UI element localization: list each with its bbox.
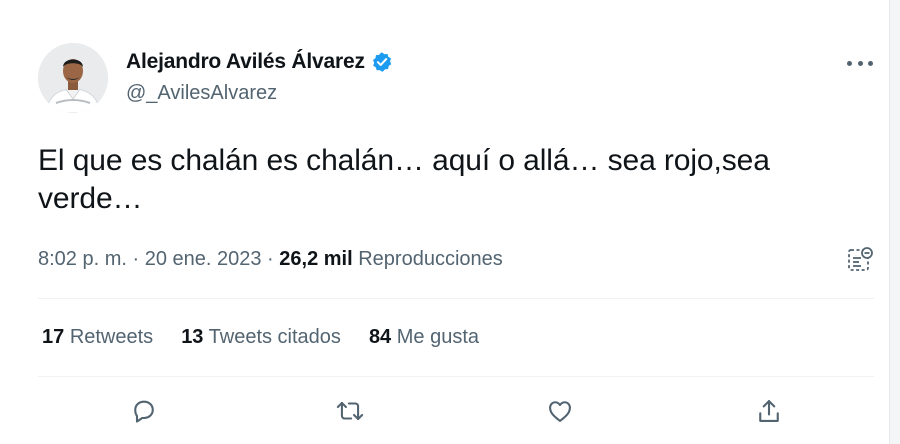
divider bbox=[38, 298, 874, 299]
more-dot bbox=[857, 60, 863, 66]
retweets-stat[interactable]: 17 Retweets bbox=[42, 326, 153, 349]
like-icon[interactable] bbox=[545, 396, 575, 426]
likes-count: 84 bbox=[368, 326, 392, 348]
tweet-date[interactable]: 20 ene. 2023 bbox=[145, 248, 262, 270]
more-options-icon[interactable] bbox=[847, 54, 873, 72]
analytics-icon[interactable] bbox=[846, 246, 874, 274]
share-icon[interactable] bbox=[754, 396, 784, 426]
action-bar bbox=[0, 396, 900, 426]
quote-tweets-label: Tweets citados bbox=[208, 326, 341, 348]
meta-separator: · bbox=[261, 248, 280, 270]
tweet-time[interactable]: 8:02 p. m. bbox=[38, 248, 127, 270]
meta-separator: · bbox=[126, 248, 145, 270]
likes-label: Me gusta bbox=[396, 326, 480, 348]
reply-icon[interactable] bbox=[129, 396, 159, 426]
quote-tweets-count: 13 bbox=[181, 326, 204, 348]
window-edge bbox=[889, 0, 900, 444]
avatar[interactable] bbox=[38, 43, 108, 113]
views-count: 26,2 mil bbox=[279, 248, 353, 270]
retweets-count: 17 bbox=[42, 326, 65, 348]
more-dot bbox=[868, 60, 873, 66]
views-label: Reproducciones bbox=[352, 248, 503, 270]
retweet-icon[interactable] bbox=[335, 396, 365, 426]
retweets-label: Retweets bbox=[69, 326, 154, 348]
author-name-row[interactable]: Alejandro Avilés Álvarez bbox=[126, 50, 393, 74]
divider bbox=[38, 376, 874, 377]
quote-tweets-stat[interactable]: 13 Tweets citados bbox=[181, 326, 341, 349]
likes-stat[interactable]: 84 Me gusta bbox=[369, 326, 479, 349]
author-name[interactable]: Alejandro Avilés Álvarez bbox=[126, 50, 365, 74]
tweet-meta: 8:02 p. m. · 20 ene. 2023 · 26,2 mil Rep… bbox=[38, 248, 503, 271]
verified-badge-icon[interactable] bbox=[371, 51, 393, 73]
more-dot bbox=[847, 60, 852, 66]
tweet-text: El que es chalán es chalán… aquí o allá…… bbox=[38, 144, 770, 215]
author-handle[interactable]: @_AvilesAlvarez bbox=[126, 82, 277, 105]
tweet-stats: 17 Retweets 13 Tweets citados 84 Me gust… bbox=[42, 326, 507, 349]
